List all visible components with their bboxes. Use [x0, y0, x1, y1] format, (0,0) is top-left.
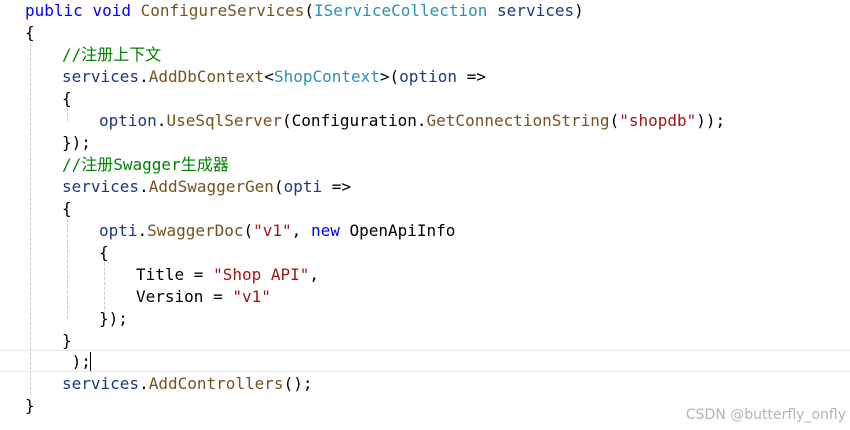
punctuation: (Configuration.	[282, 111, 427, 130]
punctuation: )	[574, 1, 584, 20]
code-line-11[interactable]: opti.SwaggerDoc("v1", new OpenApiInfo	[99, 220, 455, 242]
punctuation: <	[264, 67, 274, 86]
punctuation: .	[139, 67, 149, 86]
parameter: option	[399, 67, 457, 86]
method-name: AddSwaggerGen	[148, 177, 274, 196]
code-line-4[interactable]: services.AddDbContext<ShopContext>(optio…	[62, 66, 486, 88]
identifier: services	[62, 374, 140, 393]
punctuation: =>	[456, 67, 486, 86]
brace: {	[25, 23, 35, 42]
code-line-14[interactable]: Version = "v1"	[136, 286, 271, 308]
code-line-1[interactable]: public void ConfigureServices(IServiceCo…	[25, 0, 584, 22]
keyword: void	[92, 1, 131, 20]
comment: //注册Swagger生成器	[62, 155, 229, 174]
code-line-6[interactable]: option.UseSqlServer(Configuration.GetCon…	[99, 110, 725, 132]
method-name: AddDbContext	[148, 67, 265, 86]
punctuation: });	[62, 133, 91, 152]
watermark: CSDN @butterfly_onfly	[685, 407, 846, 423]
punctuation: (	[609, 111, 620, 130]
code-line-12[interactable]: {	[99, 242, 109, 264]
indent-guide	[30, 33, 31, 395]
punctuation: ();	[283, 374, 313, 393]
code-line-17[interactable]: );	[62, 351, 91, 373]
type-name: IServiceCollection	[314, 1, 488, 20]
identifier: services	[62, 67, 140, 86]
code-line-2[interactable]: {	[25, 22, 35, 44]
identifier: opti	[99, 221, 138, 240]
method-name: SwaggerDoc	[147, 221, 244, 240]
punctuation: (	[304, 1, 315, 20]
code-line-13[interactable]: Title = "Shop API",	[136, 264, 319, 286]
identifier: services	[62, 177, 140, 196]
parameter: opti	[283, 177, 323, 196]
punctuation: =>	[322, 177, 352, 196]
code-line-16[interactable]: }	[62, 330, 72, 352]
method-name: AddControllers	[148, 374, 284, 393]
comment: //注册上下文	[62, 45, 162, 64]
punctuation: >(	[379, 67, 400, 86]
string-literal: "shopdb"	[619, 111, 697, 130]
method-name: GetConnectionString	[426, 111, 610, 130]
method-name: UseSqlServer	[166, 111, 283, 130]
code-editor[interactable]: public void ConfigureServices(IServiceCo…	[0, 0, 850, 430]
code-line-15[interactable]: });	[99, 308, 128, 330]
code-line-3[interactable]: //注册上下文	[62, 44, 161, 66]
brace: {	[62, 199, 72, 218]
punctuation: ));	[696, 111, 726, 130]
code-line-5[interactable]: {	[62, 88, 72, 110]
code-line-19[interactable]: }	[25, 395, 35, 417]
code-line-9[interactable]: services.AddSwaggerGen(opti =>	[62, 176, 351, 198]
punctuation: (	[273, 177, 284, 196]
indent-guide	[67, 209, 68, 319]
string-literal: "v1"	[232, 287, 271, 306]
parameter: services	[497, 1, 575, 20]
current-line-highlight	[0, 350, 850, 372]
code-line-18[interactable]: services.AddControllers();	[62, 373, 312, 395]
brace: {	[62, 89, 72, 108]
punctuation: ,	[309, 265, 320, 284]
method-name: ConfigureServices	[140, 1, 305, 20]
property-name: Version	[136, 287, 204, 306]
brace: }	[25, 396, 35, 415]
punctuation: .	[137, 221, 148, 240]
punctuation: );	[62, 352, 91, 371]
brace: }	[62, 331, 72, 350]
punctuation: (	[243, 221, 254, 240]
punctuation: });	[99, 309, 128, 328]
type-name: OpenApiInfo	[339, 221, 456, 240]
punctuation: =	[184, 265, 214, 284]
code-line-10[interactable]: {	[62, 198, 72, 220]
property-name: Title	[136, 265, 185, 284]
text-caret	[90, 352, 91, 371]
string-literal: "Shop API"	[213, 265, 310, 284]
keyword: new	[310, 221, 340, 240]
brace: {	[99, 243, 109, 262]
punctuation: .	[139, 374, 149, 393]
keyword: public	[25, 1, 83, 20]
string-literal: "v1"	[253, 221, 292, 240]
code-line-8[interactable]: //注册Swagger生成器	[62, 154, 229, 176]
identifier: option	[99, 111, 157, 130]
punctuation: .	[156, 111, 167, 130]
type-name: ShopContext	[273, 67, 380, 86]
code-line-7[interactable]: });	[62, 132, 91, 154]
punctuation: .	[139, 177, 149, 196]
punctuation: =	[203, 287, 233, 306]
punctuation: ,	[291, 221, 311, 240]
